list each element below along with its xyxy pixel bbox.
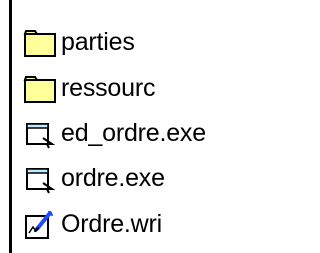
file-name: ed_ordre.exe [61,119,206,147]
file-name: ressourc [61,74,156,102]
file-list-item-ordre-exe[interactable]: ordre.exe [23,160,165,196]
file-list-item-ed-ordre-exe[interactable]: ed_ordre.exe [23,115,206,151]
file-list-pane: parties ressourc ed_ordre.exe ordre.exe [0,0,256,253]
application-icon [26,123,56,149]
pane-left-border [9,0,12,253]
application-icon [26,168,56,194]
file-list-item-parties[interactable]: parties [23,24,135,60]
folder-icon [23,30,56,57]
write-document-icon [25,211,53,239]
folder-icon [23,76,56,103]
file-name: parties [61,28,135,56]
file-list-item-ressourc[interactable]: ressourc [23,70,155,106]
file-name: ordre.exe [61,164,165,192]
file-list-item-ordre-wri[interactable]: Ordre.wri [23,206,162,242]
file-name: Ordre.wri [61,210,162,238]
